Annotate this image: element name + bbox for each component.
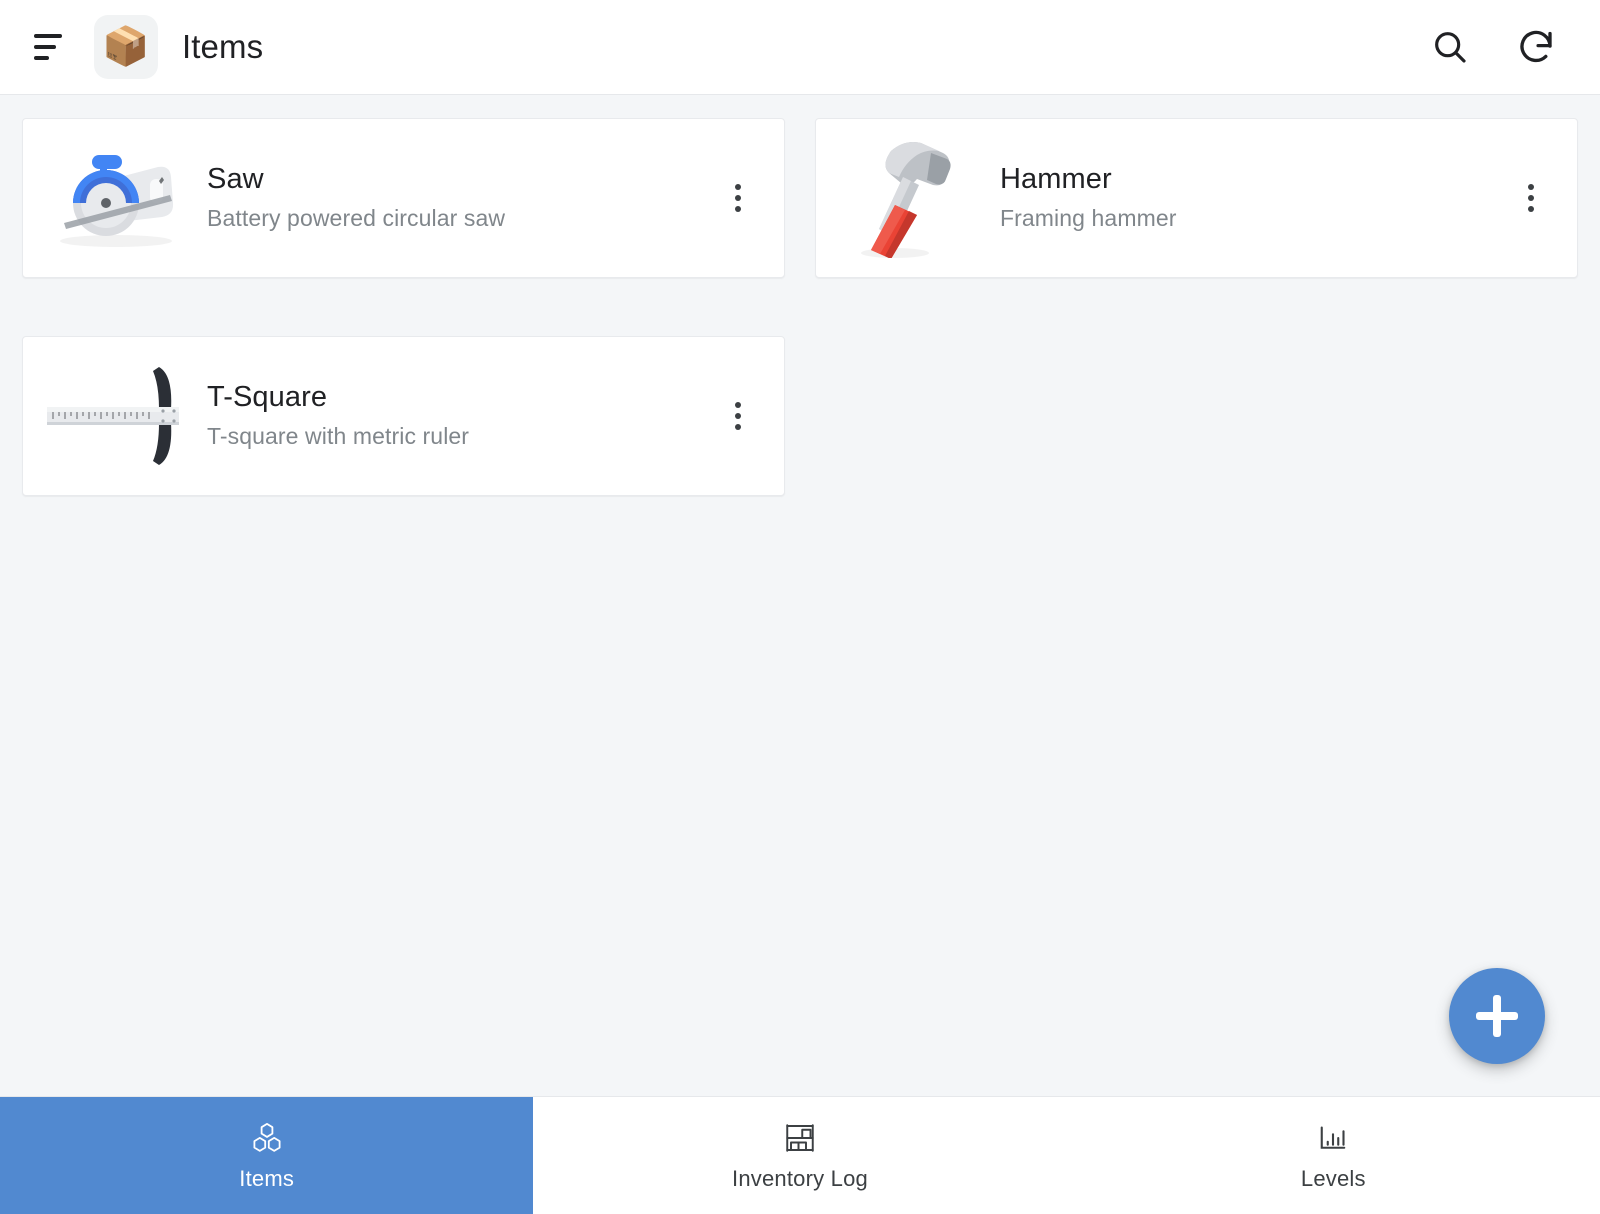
package-icon: 📦 [94, 15, 158, 79]
cubes-icon [249, 1120, 285, 1156]
app-root: 📦 Items Saw Battery powered circular saw… [0, 0, 1600, 1214]
refresh-icon[interactable] [1512, 23, 1560, 71]
menu-dot-3 [735, 206, 741, 212]
item-title: T-Square [207, 381, 328, 414]
app-bar-actions [1426, 23, 1574, 71]
search-icon[interactable] [1426, 23, 1474, 71]
shelf-icon [782, 1120, 818, 1156]
hammer-illustration [832, 138, 982, 258]
item-subtitle: T-square with metric ruler [207, 423, 470, 450]
item-title: Hammer [1000, 163, 1112, 196]
items-content: Saw Battery powered circular saw Hammer … [0, 95, 1600, 1096]
more-vertical-icon[interactable] [710, 170, 766, 226]
menu-dot-1 [735, 184, 741, 190]
item-text-hammer: Hammer Framing hammer [982, 163, 1503, 233]
item-card-hammer[interactable]: Hammer Framing hammer [815, 118, 1578, 278]
item-text-saw: Saw Battery powered circular saw [189, 163, 710, 233]
item-subtitle: Framing hammer [1000, 205, 1177, 232]
more-vertical-icon[interactable] [710, 388, 766, 444]
menu-dot-2 [735, 195, 741, 201]
item-subtitle: Battery powered circular saw [207, 205, 506, 232]
plus-icon [1476, 995, 1518, 1037]
circular-saw-illustration [39, 138, 189, 258]
item-text-t-square: T-Square T-square with metric ruler [189, 381, 710, 451]
items-grid: Saw Battery powered circular saw Hammer … [22, 118, 1578, 496]
bar-chart-icon [1315, 1120, 1351, 1156]
nav-tab-levels[interactable]: Levels [1066, 1097, 1600, 1214]
menu-dot-1 [1528, 184, 1534, 190]
menu-line-1 [34, 34, 62, 38]
menu-dot-3 [735, 424, 741, 430]
nav-tab-label: Inventory Log [732, 1165, 868, 1191]
item-card-saw[interactable]: Saw Battery powered circular saw [22, 118, 785, 278]
app-bar-left: 📦 Items [20, 15, 263, 79]
sort-menu-icon[interactable] [20, 21, 72, 73]
item-title: Saw [207, 163, 264, 196]
package-emoji: 📦 [102, 26, 150, 68]
menu-line-2 [34, 45, 56, 49]
menu-dot-1 [735, 402, 741, 408]
nav-tab-items[interactable]: Items [0, 1097, 534, 1214]
nav-tab-label: Items [239, 1165, 295, 1191]
add-item-fab[interactable] [1449, 968, 1545, 1064]
menu-line-3 [34, 56, 49, 60]
app-bar: 📦 Items [0, 0, 1600, 95]
page-title: Items [182, 28, 264, 65]
menu-dot-2 [735, 413, 741, 419]
menu-dot-2 [1528, 195, 1534, 201]
t-square-illustration [39, 356, 189, 476]
nav-tab-inventory-log[interactable]: Inventory Log [533, 1097, 1067, 1214]
bottom-navigation: Items Inventory Log Levels [0, 1096, 1600, 1214]
nav-tab-label: Levels [1300, 1165, 1366, 1191]
item-card-t-square[interactable]: T-Square T-square with metric ruler [22, 336, 785, 496]
more-vertical-icon[interactable] [1503, 170, 1559, 226]
menu-dot-3 [1528, 206, 1534, 212]
